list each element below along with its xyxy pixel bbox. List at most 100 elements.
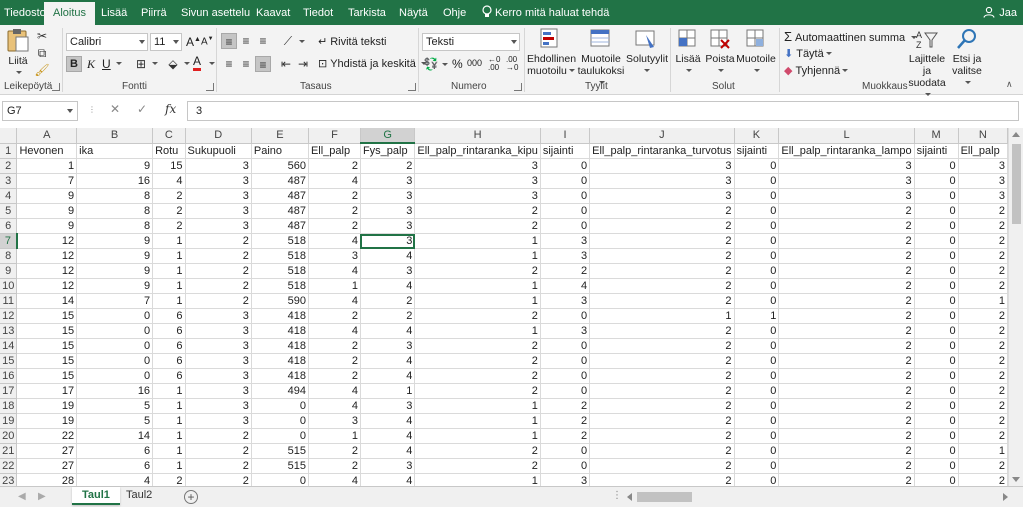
column-header-m[interactable]: M [914,128,959,144]
cell-h8[interactable]: 1 [414,248,541,264]
column-header-k[interactable]: K [734,128,780,144]
cell-i1[interactable]: sijainti [540,143,591,159]
cell-f12[interactable]: 2 [308,308,361,324]
cell-b5[interactable]: 8 [76,203,154,219]
cell-j17[interactable]: 2 [589,383,735,399]
cell-l12[interactable]: 2 [778,308,915,324]
cell-m18[interactable]: 0 [914,398,959,414]
cell-e2[interactable]: 560 [251,158,309,174]
cell-l9[interactable]: 2 [778,263,915,279]
cell-g1[interactable]: Fys_palp [360,143,416,159]
percent-icon[interactable]: % [452,57,463,71]
cell-n12[interactable]: 2 [958,308,1008,324]
tab-insert[interactable]: Lisää [101,0,127,25]
cell-a22[interactable]: 27 [16,458,78,474]
cell-k14[interactable]: 0 [734,338,780,354]
scroll-right-icon[interactable] [1003,493,1008,501]
column-header-l[interactable]: L [778,128,915,144]
cell-f1[interactable]: Ell_palp [308,143,361,159]
row-header[interactable]: 22 [0,458,18,474]
cell-j18[interactable]: 2 [589,398,735,414]
cell-m4[interactable]: 0 [914,188,959,204]
cell-k8[interactable]: 0 [734,248,780,264]
cell-m23[interactable]: 0 [914,473,959,486]
chevron-down-icon[interactable] [440,59,448,71]
row-header[interactable]: 21 [0,443,18,459]
cell-b14[interactable]: 0 [76,338,154,354]
cell-g15[interactable]: 4 [360,353,416,369]
cell-m7[interactable]: 0 [914,233,959,249]
cell-g11[interactable]: 2 [360,293,416,309]
cell-d12[interactable]: 3 [185,308,252,324]
cell-e7[interactable]: 518 [251,233,309,249]
cell-i14[interactable]: 0 [540,338,591,354]
cell-n11[interactable]: 1 [958,293,1008,309]
cell-d16[interactable]: 3 [185,368,252,384]
cell-f8[interactable]: 3 [308,248,361,264]
merge-center-button[interactable]: ⊡ Yhdistä ja keskitä [318,57,427,70]
cell-i4[interactable]: 0 [540,188,591,204]
cell-l15[interactable]: 2 [778,353,915,369]
cut-icon[interactable]: ✂ [34,28,50,44]
cell-i23[interactable]: 3 [540,473,591,486]
row-header[interactable]: 16 [0,368,18,384]
cell-c16[interactable]: 6 [152,368,186,384]
cell-b2[interactable]: 9 [76,158,154,174]
cell-a9[interactable]: 12 [16,263,78,279]
cell-h10[interactable]: 1 [414,278,541,294]
cell-n9[interactable]: 2 [958,263,1008,279]
cell-f2[interactable]: 2 [308,158,361,174]
cell-b22[interactable]: 6 [76,458,154,474]
cell-g17[interactable]: 1 [360,383,416,399]
tab-review[interactable]: Tarkista [348,0,386,25]
cell-h20[interactable]: 1 [414,428,541,444]
cell-g2[interactable]: 2 [360,158,416,174]
cell-c9[interactable]: 1 [152,263,186,279]
font-launcher-icon[interactable] [206,83,214,91]
align-center-icon[interactable]: ≡ [238,56,254,72]
cell-e16[interactable]: 418 [251,368,309,384]
column-header-j[interactable]: J [589,128,735,144]
cell-g20[interactable]: 4 [360,428,416,444]
cell-e3[interactable]: 487 [251,173,309,189]
row-header[interactable]: 7 [0,233,18,249]
row-header[interactable]: 4 [0,188,18,204]
cell-l3[interactable]: 3 [778,173,915,189]
cell-d19[interactable]: 3 [185,413,252,429]
cell-h3[interactable]: 3 [414,173,541,189]
cell-n10[interactable]: 2 [958,278,1008,294]
tab-formulas[interactable]: Kaavat [256,0,290,25]
cell-i2[interactable]: 0 [540,158,591,174]
cell-e17[interactable]: 494 [251,383,309,399]
prev-sheet-icon[interactable]: ◀ [18,491,26,502]
bold-button[interactable]: B [66,56,82,72]
increase-indent-icon[interactable]: ⇥ [295,56,311,72]
cell-k17[interactable]: 0 [734,383,780,399]
row-header[interactable]: 18 [0,398,18,414]
cell-g14[interactable]: 3 [360,338,416,354]
chevron-down-icon[interactable] [207,58,215,70]
cell-d22[interactable]: 2 [185,458,252,474]
format-as-table-button[interactable]: Muotoile taulukoksi [576,27,626,89]
cell-d23[interactable]: 2 [185,473,252,486]
cell-g19[interactable]: 4 [360,413,416,429]
cell-i20[interactable]: 2 [540,428,591,444]
cell-c10[interactable]: 1 [152,278,186,294]
tab-help[interactable]: Ohje [443,0,466,25]
cell-m9[interactable]: 0 [914,263,959,279]
cell-b3[interactable]: 16 [76,173,154,189]
select-all-corner[interactable] [0,128,18,144]
cell-b20[interactable]: 14 [76,428,154,444]
cell-e23[interactable]: 0 [251,473,309,486]
cell-h22[interactable]: 2 [414,458,541,474]
row-header[interactable]: 19 [0,413,18,429]
cell-f4[interactable]: 2 [308,188,361,204]
cell-a5[interactable]: 9 [16,203,78,219]
cell-k1[interactable]: sijainti [734,143,780,159]
find-select-button[interactable]: Etsi ja valitse [950,27,984,89]
cell-a7[interactable]: 12 [16,233,78,249]
cell-l7[interactable]: 2 [778,233,915,249]
share-button[interactable]: Jaa [983,0,1017,26]
row-header[interactable]: 3 [0,173,18,189]
cell-k22[interactable]: 0 [734,458,780,474]
